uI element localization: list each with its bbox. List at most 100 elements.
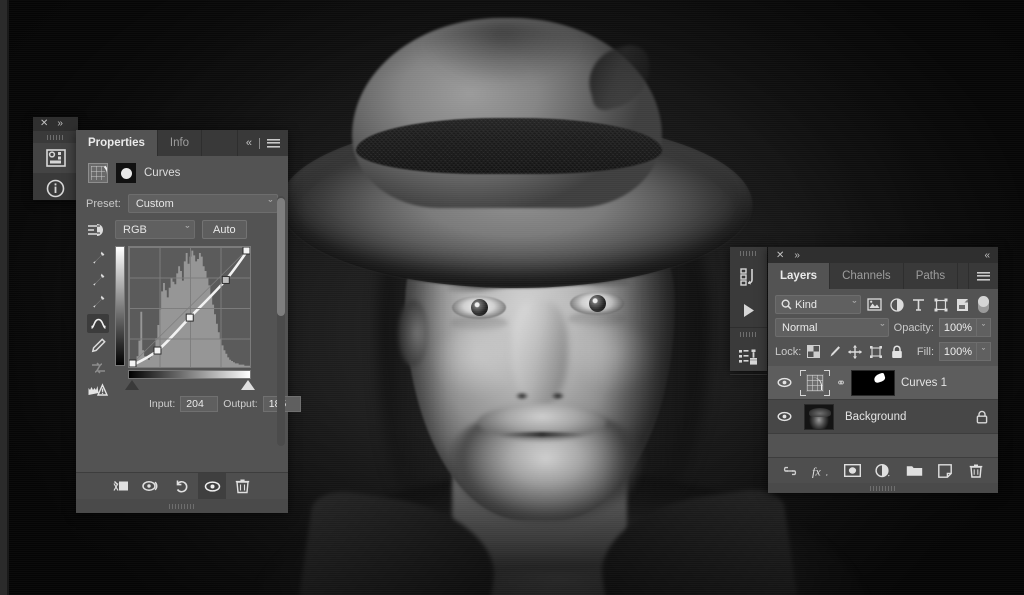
layer-visibility-toggle-icon[interactable] [774, 411, 794, 422]
dock-grip[interactable] [739, 251, 758, 256]
smooth-curve-icon[interactable] [87, 358, 109, 377]
filter-toggle-switch[interactable] [978, 296, 989, 313]
curves-editor[interactable]: Input: 204 Output: 185 [86, 246, 301, 418]
filter-type-layers-icon[interactable] [910, 296, 927, 313]
layers-resize-grip[interactable] [768, 483, 998, 493]
layer-style-fx-icon[interactable]: fx [811, 461, 831, 481]
new-adjustment-layer-icon[interactable] [873, 461, 893, 481]
panel-menu-icon[interactable] [977, 271, 990, 281]
white-point-handle[interactable] [241, 380, 255, 390]
scrollbar-thumb[interactable] [277, 198, 285, 316]
filter-shape-layers-icon[interactable] [932, 296, 949, 313]
properties-footer[interactable] [76, 472, 288, 500]
layer-mask-thumbnail[interactable] [851, 369, 895, 396]
expand-dock-icon[interactable]: » [57, 119, 63, 129]
table-row[interactable]: Background [768, 400, 998, 434]
filter-adjustment-layers-icon[interactable] [888, 296, 905, 313]
collapse-to-icons-icon[interactable]: « [984, 250, 990, 261]
properties-resize-grip[interactable] [76, 499, 288, 513]
curve-control-point[interactable] [185, 313, 194, 322]
add-layer-mask-icon[interactable] [842, 461, 862, 481]
properties-scrollbar[interactable] [277, 196, 285, 446]
close-icon[interactable]: ✕ [776, 250, 784, 261]
tab-channels[interactable]: Channels [830, 263, 904, 289]
dock-grip[interactable] [739, 332, 758, 337]
filter-pixel-layers-icon[interactable] [866, 296, 883, 313]
background-layer-thumbnail[interactable] [804, 403, 834, 430]
curves-graph[interactable] [128, 246, 251, 368]
layer-filter-row[interactable]: Kind ˇ [768, 289, 998, 318]
edit-points-curve-icon[interactable] [87, 314, 109, 333]
white-point-eyedropper-icon[interactable] [87, 292, 109, 311]
black-point-handle[interactable] [125, 380, 139, 390]
lock-artboard-nesting-icon[interactable] [869, 345, 883, 359]
gray-point-eyedropper-icon[interactable] [87, 270, 109, 289]
collapse-to-icons-icon[interactable]: « [246, 137, 252, 149]
layers-icon-dock[interactable] [730, 247, 767, 375]
blend-mode-select[interactable]: Normal ˇ [775, 318, 889, 337]
history-icon[interactable] [730, 259, 767, 293]
properties-tabs[interactable]: Properties Info « [76, 130, 288, 156]
clip-to-layer-icon[interactable] [108, 473, 136, 500]
reset-icon[interactable] [168, 473, 196, 500]
panel-menu-icon[interactable] [267, 138, 280, 148]
blend-mode-row[interactable]: Normal ˇ Opacity: 100% ˇ [768, 318, 998, 342]
lock-all-icon[interactable] [890, 345, 904, 359]
clone-source-icon[interactable] [730, 340, 767, 374]
sample-in-image-eyedropper-icon[interactable] [87, 248, 109, 267]
expand-dock-icon[interactable]: » [794, 250, 800, 261]
new-group-icon[interactable] [904, 461, 924, 481]
delete-icon[interactable] [228, 473, 256, 500]
properties-icon[interactable] [33, 143, 78, 173]
table-row[interactable]: ⚭ Curves 1 [768, 366, 998, 400]
adjustment-layer-thumbnail[interactable] [800, 369, 830, 397]
curves-control-points[interactable] [129, 247, 250, 367]
auto-options-icon[interactable] [86, 222, 108, 238]
lock-position-icon[interactable] [848, 344, 863, 359]
layers-footer[interactable]: fx [768, 457, 998, 483]
link-mask-icon[interactable]: ⚭ [836, 376, 846, 390]
close-icon[interactable]: ✕ [40, 119, 48, 129]
curves-tools[interactable] [86, 246, 110, 418]
dock-grip[interactable] [46, 135, 65, 140]
properties-panel[interactable]: Properties Info « Curves Preset: Custom [76, 130, 301, 513]
view-previous-state-icon[interactable] [138, 473, 166, 500]
fill-field[interactable]: 100% [939, 342, 977, 361]
link-layers-icon[interactable] [780, 461, 800, 481]
pencil-draw-curve-icon[interactable] [87, 336, 109, 355]
filter-kind-select[interactable]: Kind ˇ [775, 295, 861, 314]
layer-visibility-toggle-icon[interactable] [774, 377, 794, 388]
auto-button[interactable]: Auto [202, 220, 247, 239]
tab-properties[interactable]: Properties [76, 130, 158, 156]
tab-paths[interactable]: Paths [904, 263, 959, 289]
lock-transparent-pixels-icon[interactable] [806, 345, 820, 359]
curve-control-point[interactable] [242, 247, 250, 255]
filter-smart-objects-icon[interactable] [954, 296, 971, 313]
layers-list[interactable]: ⚭ Curves 1 Background [768, 366, 998, 434]
layer-name-label[interactable]: Curves 1 [901, 377, 998, 389]
toggle-visibility-icon[interactable] [198, 472, 226, 500]
preset-select[interactable]: Custom ˇ [127, 194, 278, 213]
lock-image-pixels-icon[interactable] [827, 345, 841, 359]
layer-name-label[interactable]: Background [845, 411, 970, 423]
curve-control-point[interactable] [153, 346, 162, 355]
fill-stepper-chevron-down-icon[interactable]: ˇ [977, 342, 991, 361]
curves-graph-wrap[interactable]: Input: 204 Output: 185 [115, 246, 301, 418]
input-field[interactable]: 204 [180, 396, 219, 412]
layers-panel[interactable]: ✕ » « Layers Channels Paths Kind ˇ Norma… [768, 247, 998, 493]
delete-layer-icon[interactable] [966, 461, 986, 481]
tab-info[interactable]: Info [158, 130, 203, 156]
clipping-warning-icon[interactable] [87, 380, 109, 399]
properties-icon-dock[interactable]: ✕ » [33, 117, 78, 200]
channel-select[interactable]: RGB ˇ [115, 220, 195, 239]
opacity-stepper-chevron-down-icon[interactable]: ˇ [977, 318, 991, 337]
actions-play-icon[interactable] [730, 293, 767, 327]
info-icon[interactable] [33, 173, 78, 203]
layers-tabs[interactable]: Layers Channels Paths [768, 263, 998, 289]
curve-control-point[interactable] [221, 275, 230, 284]
curve-control-point[interactable] [129, 359, 137, 367]
lock-icons[interactable] [806, 344, 904, 359]
layer-mask-icon[interactable] [116, 163, 136, 183]
opacity-field[interactable]: 100% [939, 318, 977, 337]
lock-row[interactable]: Lock: Fill: 100% ˇ [768, 342, 998, 366]
